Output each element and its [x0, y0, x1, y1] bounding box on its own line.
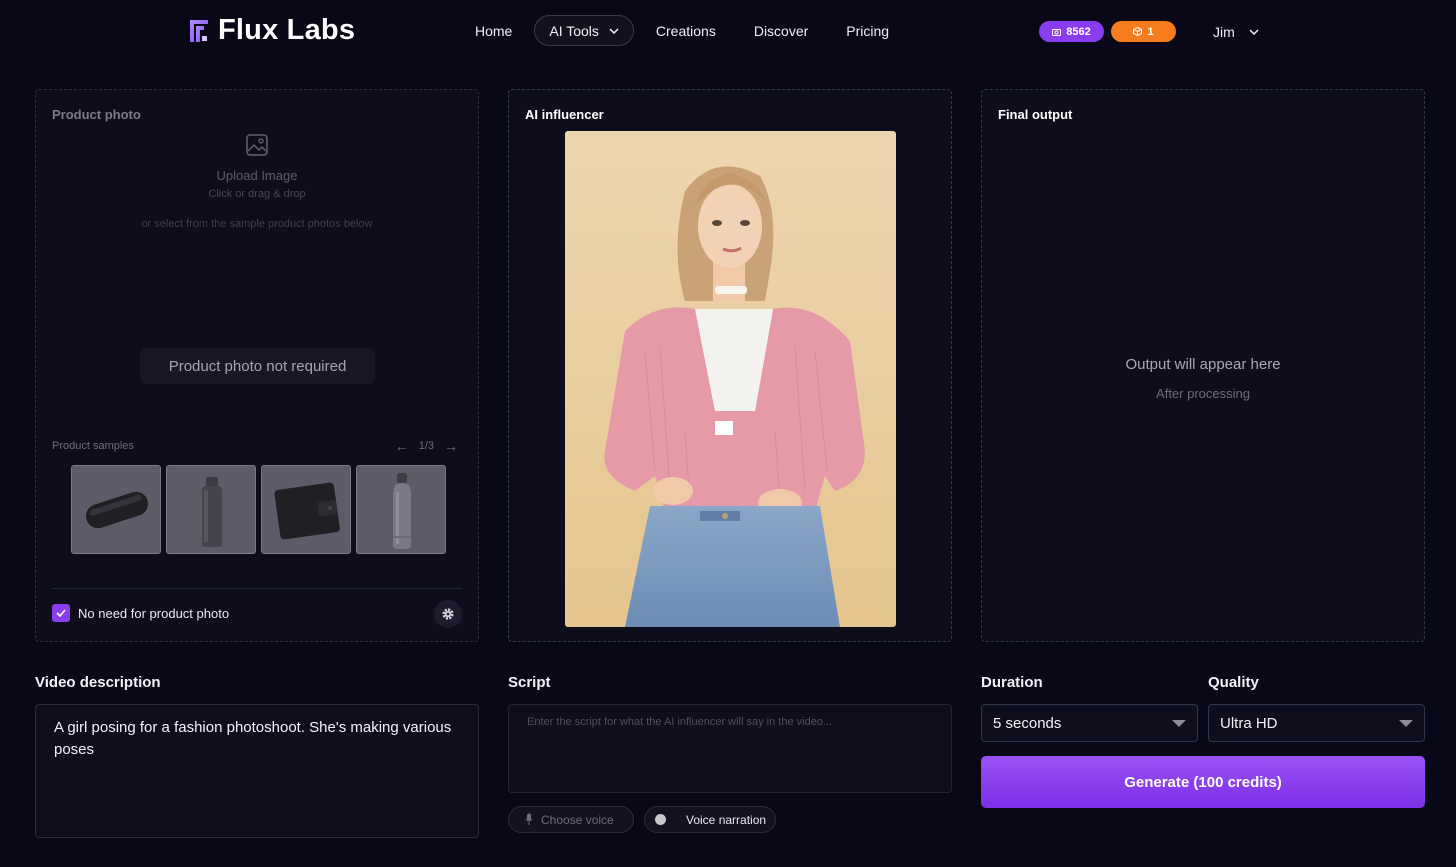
bottle-image — [167, 466, 255, 553]
upload-subtitle: Click or drag & drop — [208, 188, 306, 200]
toggle-knob — [655, 814, 666, 825]
cube-icon — [1133, 27, 1143, 36]
settings-button[interactable] — [434, 600, 462, 628]
chevron-down-icon — [1249, 28, 1259, 35]
camera-icon — [1052, 28, 1062, 36]
gear-icon — [442, 608, 454, 620]
nav-discover[interactable]: Discover — [754, 15, 808, 46]
voice-narration-label: Voice narration — [686, 812, 767, 827]
subscription-count: 1 — [1147, 25, 1154, 38]
video-description-input[interactable]: A girl posing for a fashion photoshoot. … — [35, 704, 479, 838]
generate-button[interactable]: Generate (100 credits) — [981, 756, 1425, 808]
chevron-down-icon — [609, 27, 619, 34]
influencer-photo[interactable] — [565, 131, 896, 627]
quality-value: Ultra HD — [1220, 714, 1278, 732]
microphone-icon — [525, 813, 533, 825]
samples-pager: ← 1/3 → — [395, 438, 458, 454]
panel-title: Final output — [998, 107, 1073, 122]
influencer-portrait-image — [565, 131, 896, 627]
no-product-photo-checkbox[interactable] — [52, 604, 70, 622]
divider — [52, 588, 462, 589]
product-samples-list — [71, 465, 446, 554]
no-product-photo-checkbox-row[interactable]: No need for product photo — [52, 604, 229, 622]
top-nav-bar: Flux Labs Home AI Tools Creations Discov… — [0, 0, 1456, 64]
credits-badge[interactable]: 8562 — [1039, 21, 1104, 42]
final-output-panel: Final output Output will appear here Aft… — [981, 89, 1425, 642]
water-bottle-image — [357, 466, 445, 553]
nav-creations[interactable]: Creations — [656, 15, 716, 46]
quality-label: Quality — [1208, 674, 1259, 691]
choose-voice-label: Choose voice — [541, 812, 614, 827]
duration-select[interactable]: 5 seconds — [981, 704, 1198, 742]
quality-select[interactable]: Ultra HD — [1208, 704, 1425, 742]
subscription-badge[interactable]: 1 — [1111, 21, 1176, 42]
arrow-right-icon[interactable]: → — [444, 438, 458, 454]
video-description-label: Video description — [35, 674, 161, 691]
nav-ai-tools-label: AI Tools — [549, 22, 599, 39]
choose-voice-button[interactable]: Choose voice — [508, 806, 634, 833]
duration-label: Duration — [981, 674, 1043, 691]
checkbox-label: No need for product photo — [78, 605, 230, 621]
caret-down-icon — [1172, 719, 1186, 727]
speaker-image — [72, 466, 160, 553]
sample-water-bottle[interactable] — [356, 465, 446, 554]
upload-dropzone[interactable]: Upload Image Click or drag & drop or sel… — [36, 134, 478, 230]
image-icon — [246, 134, 268, 156]
sample-bottle[interactable] — [166, 465, 256, 554]
arrow-left-icon[interactable]: ← — [395, 438, 409, 454]
script-label: Script — [508, 674, 551, 691]
credits-count: 8562 — [1066, 25, 1091, 38]
product-photo-panel: Product photo Upload Image Click or drag… — [35, 89, 479, 642]
panel-title: Product photo — [52, 107, 141, 122]
script-input[interactable]: Enter the script for what the AI influen… — [508, 704, 952, 793]
panel-title: AI influencer — [525, 107, 604, 122]
nav-ai-tools-dropdown[interactable]: AI Tools — [534, 15, 634, 46]
ai-influencer-panel: AI influencer — [508, 89, 952, 642]
flux-logo-icon — [190, 19, 208, 42]
duration-value: 5 seconds — [993, 714, 1062, 732]
nav-home[interactable]: Home — [475, 15, 512, 46]
pager-text: 1/3 — [418, 440, 434, 452]
logo[interactable]: Flux Labs — [188, 14, 355, 47]
logo-text: Flux Labs — [218, 14, 356, 46]
output-placeholder-sub: After processing — [1156, 386, 1250, 401]
nav-pricing[interactable]: Pricing — [846, 15, 889, 46]
main-nav: Home AI Tools Creations Discover Pricing — [464, 15, 889, 46]
upload-title: Upload Image — [216, 168, 298, 183]
product-samples-label: Product samples — [52, 440, 134, 452]
user-name: Jim — [1213, 23, 1235, 40]
upload-hint: or select from the sample product photos… — [141, 218, 373, 230]
caret-down-icon — [1399, 719, 1413, 727]
wallet-image — [262, 466, 350, 553]
voice-narration-toggle[interactable]: Voice narration — [644, 806, 776, 833]
sample-speaker[interactable] — [71, 465, 161, 554]
output-placeholder: Output will appear here — [1125, 356, 1281, 373]
product-not-required-notice: Product photo not required — [140, 348, 375, 384]
user-menu[interactable]: Jim — [1213, 21, 1259, 42]
check-icon — [56, 609, 66, 617]
sample-wallet[interactable] — [261, 465, 351, 554]
